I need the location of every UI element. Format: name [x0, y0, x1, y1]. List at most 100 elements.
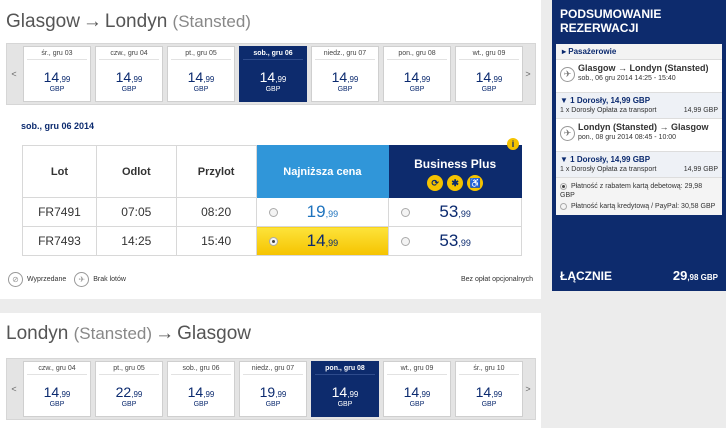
currency: GBP	[49, 86, 65, 93]
currency: GBP	[409, 86, 425, 93]
date-option[interactable]: sob., gru 06 14,99 GBP	[239, 46, 307, 102]
date-option[interactable]: czw., gru 04 14,99 GBP	[95, 46, 163, 102]
inbound-route-title: Londyn (Stansted) → Glasgow	[6, 323, 251, 345]
lowest-fare-radio[interactable]	[268, 237, 278, 246]
passengers-toggle[interactable]: ▸ Pasażerowie	[556, 44, 722, 60]
business-fare-radio[interactable]	[401, 237, 411, 246]
price-int: 53	[439, 231, 459, 250]
date-option[interactable]: czw., gru 04 14,99 GBP	[23, 361, 91, 417]
date-option[interactable]: pon., gru 08 14,99 GBP	[311, 361, 379, 417]
currency: GBP	[121, 86, 137, 93]
total-dec: ,98 GBP	[687, 273, 718, 282]
no-optional-fees-note: Bez opłat opcjonalnych	[461, 276, 533, 283]
summary-adult-outbound[interactable]: ▼ 1 Dorosły, 14,99 GBP 1 x Dorosły Opłat…	[556, 93, 722, 119]
date-option[interactable]: wt., gru 09 14,99 GBP	[455, 46, 523, 102]
date-price: 14,99	[168, 69, 234, 85]
price-int: 19	[259, 384, 276, 400]
price-dec: ,99	[491, 390, 503, 399]
prev-dates-button[interactable]: <	[7, 44, 21, 104]
summary-adult-inbound[interactable]: ▼ 1 Dorosły, 14,99 GBP 1 x Dorosły Opłat…	[556, 152, 722, 178]
price-int: 14	[43, 384, 60, 400]
date-option[interactable]: wt., gru 09 14,99 GBP	[383, 361, 451, 417]
sold-out-icon: ⊘	[8, 272, 23, 287]
lowest-fare-price: 14,99	[307, 231, 338, 250]
adult-fare-toggle[interactable]: ▼ 1 Dorosły, 14,99 GBP	[560, 96, 718, 105]
date-price: 14,99	[24, 384, 90, 400]
price-int: 14	[259, 69, 276, 85]
fee-value: 14,99 GBP	[683, 107, 718, 114]
date-price: 14,99	[456, 69, 522, 85]
leg-title: Glasgow → Londyn (Stansted)	[578, 63, 709, 73]
price-int: 14	[475, 384, 492, 400]
price-int: 14	[306, 231, 326, 250]
payment-credit-option[interactable]: Płatność kartą kredytową / PayPal: 30,58…	[560, 202, 718, 211]
date-option[interactable]: pt., gru 05 14,99 GBP	[167, 46, 235, 102]
date-price: 14,99	[384, 384, 450, 400]
date-price: 14,99	[312, 69, 378, 85]
price-int: 14	[43, 69, 60, 85]
price-dec: ,99	[59, 75, 71, 84]
lowest-fare-cell[interactable]: 19,99	[255, 197, 390, 227]
date-label: śr., gru 03	[27, 47, 87, 60]
price-int: 14	[403, 384, 420, 400]
price-int: 14	[331, 69, 348, 85]
date-option[interactable]: pt., gru 05 22,99 GBP	[95, 361, 163, 417]
adult-fare-toggle[interactable]: ▼ 1 Dorosły, 14,99 GBP	[560, 155, 718, 164]
business-fare-radio[interactable]	[401, 208, 411, 217]
date-label: czw., gru 04	[99, 47, 159, 60]
price-int: 53	[439, 202, 459, 221]
business-fare-cell[interactable]: 53,99	[388, 226, 522, 256]
flight-flight: FR7493	[22, 226, 97, 256]
route-arrow: →	[155, 323, 175, 344]
flight-row: FR7493 14:25 15:40 14,99 53,99	[22, 226, 522, 256]
business-fare-cell[interactable]: 53,99	[388, 197, 522, 227]
legend: ⊘ Wyprzedane ✈ Brak lotów	[8, 272, 126, 287]
total-row: ŁĄCZNIE 29,98 GBP	[552, 260, 726, 291]
outbound-date-carousel: < śr., gru 03 14,99 GBP czw., gru 04 14,99 GB…	[6, 43, 536, 105]
price-dec: ,99	[203, 390, 215, 399]
date-option[interactable]: śr., gru 10 14,99 GBP	[455, 361, 523, 417]
date-price: 19,99	[240, 384, 306, 400]
origin-city: Londyn	[6, 323, 69, 344]
currency: GBP	[193, 86, 209, 93]
date-price: 14,99	[96, 69, 162, 85]
payment-debit-radio[interactable]	[560, 182, 567, 190]
date-price: 22,99	[96, 384, 162, 400]
currency: GBP	[409, 401, 425, 408]
payment-debit-label: Płatność z rabatem kartą debetową: 29,98…	[560, 183, 703, 199]
lowest-fare-radio[interactable]	[268, 208, 278, 217]
next-dates-button[interactable]: >	[521, 44, 535, 104]
price-int: 14	[475, 69, 492, 85]
currency: GBP	[193, 401, 209, 408]
date-option[interactable]: niedz., gru 07 19,99 GBP	[239, 361, 307, 417]
lowest-fare-cell[interactable]: 14,99	[255, 226, 390, 256]
date-option[interactable]: śr., gru 03 14,99 GBP	[23, 46, 91, 102]
next-dates-button[interactable]: >	[521, 359, 535, 419]
prev-dates-button[interactable]: <	[7, 359, 21, 419]
date-label: sob., gru 06	[171, 362, 231, 375]
info-icon[interactable]: i	[507, 138, 519, 150]
price-int: 14	[115, 69, 132, 85]
price-dec: ,99	[59, 390, 71, 399]
flight-depart: 07:05	[95, 197, 177, 227]
date-option[interactable]: pon., gru 08 14,99 GBP	[383, 46, 451, 102]
payment-debit-option[interactable]: Płatność z rabatem kartą debetową: 29,98…	[560, 182, 718, 200]
date-option[interactable]: sob., gru 06 14,99 GBP	[167, 361, 235, 417]
booking-summary: PODSUMOWANIE REZERWACJI ▸ Pasażerowie ✈ …	[552, 0, 726, 291]
currency: GBP	[337, 86, 353, 93]
payment-credit-radio[interactable]	[560, 202, 567, 210]
date-label: pt., gru 05	[99, 362, 159, 375]
date-label: pon., gru 08	[315, 362, 375, 375]
price-dec: ,99	[275, 75, 287, 84]
flight-arrive: 08:20	[175, 197, 257, 227]
price-dec: ,99	[347, 75, 359, 84]
payment-credit-label: Płatność kartą kredytową / PayPal: 30,58…	[570, 203, 716, 210]
no-flights-icon: ✈	[74, 272, 90, 287]
date-option[interactable]: niedz., gru 07 14,99 GBP	[311, 46, 379, 102]
price-dec: ,99	[491, 75, 503, 84]
col-depart-header: Odlot	[95, 145, 177, 198]
date-price: 14,99	[312, 384, 378, 400]
date-label: pon., gru 08	[387, 47, 447, 60]
price-int: 14	[403, 69, 420, 85]
price-int: 19	[306, 202, 326, 221]
